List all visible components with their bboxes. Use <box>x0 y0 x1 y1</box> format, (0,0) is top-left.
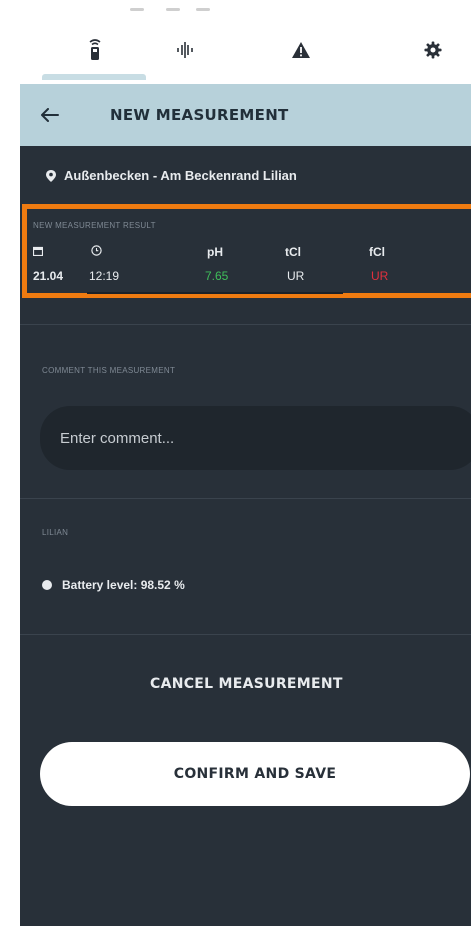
tcl-value: UR <box>287 269 305 283</box>
status-dot-icon <box>42 580 52 590</box>
battery-level: Battery level: 98.52 % <box>62 578 185 592</box>
calendar-icon <box>32 245 44 259</box>
cancel-measurement-button[interactable]: CANCEL MEASUREMENT <box>150 676 343 692</box>
page-header: NEW MEASUREMENT <box>20 84 471 146</box>
location-row: Außenbecken - Am Beckenrand Lilian <box>46 168 297 183</box>
tab-device[interactable] <box>50 22 140 78</box>
gear-icon <box>424 41 442 59</box>
location-pin-icon <box>46 169 56 182</box>
result-time: 12:19 <box>89 269 120 283</box>
clock-icon <box>91 245 102 259</box>
measurement-panel: Außenbecken - Am Beckenrand Lilian NEW M… <box>20 146 471 926</box>
measurement-result-box: NEW MEASUREMENT RESULT pH tCl fCl 21.04 … <box>22 204 471 298</box>
tcl-header: tCl <box>285 245 301 259</box>
tab-settings[interactable] <box>388 22 471 78</box>
result-underline <box>87 292 343 294</box>
status-indicator <box>130 6 220 16</box>
waveform-icon <box>177 42 193 58</box>
confirm-and-save-button[interactable]: CONFIRM AND SAVE <box>40 742 470 806</box>
tab-alerts[interactable] <box>256 22 346 78</box>
fcl-value: UR <box>371 269 389 283</box>
battery-row: Battery level: 98.52 % <box>42 578 185 592</box>
result-date: 21.04 <box>33 269 64 283</box>
comment-input[interactable] <box>40 406 471 470</box>
handheld-device-icon <box>89 39 101 60</box>
fcl-header: fCl <box>369 245 385 259</box>
device-section-label: LILIAN <box>42 528 69 537</box>
ph-header: pH <box>207 245 223 259</box>
location-name: Außenbecken - Am Beckenrand Lilian <box>64 168 297 183</box>
divider <box>20 324 471 325</box>
divider <box>20 634 471 635</box>
tab-measure[interactable] <box>140 22 230 78</box>
divider <box>20 498 471 499</box>
ph-value: 7.65 <box>205 269 229 283</box>
page-title: NEW MEASUREMENT <box>110 106 289 124</box>
arrow-left-icon <box>41 108 59 122</box>
warning-icon <box>292 42 310 58</box>
back-button[interactable] <box>20 84 80 146</box>
top-tab-bar <box>20 0 471 84</box>
result-section-label: NEW MEASUREMENT RESULT <box>33 221 156 230</box>
active-tab-indicator <box>42 74 146 80</box>
comment-section-label: COMMENT THIS MEASUREMENT <box>42 366 176 375</box>
